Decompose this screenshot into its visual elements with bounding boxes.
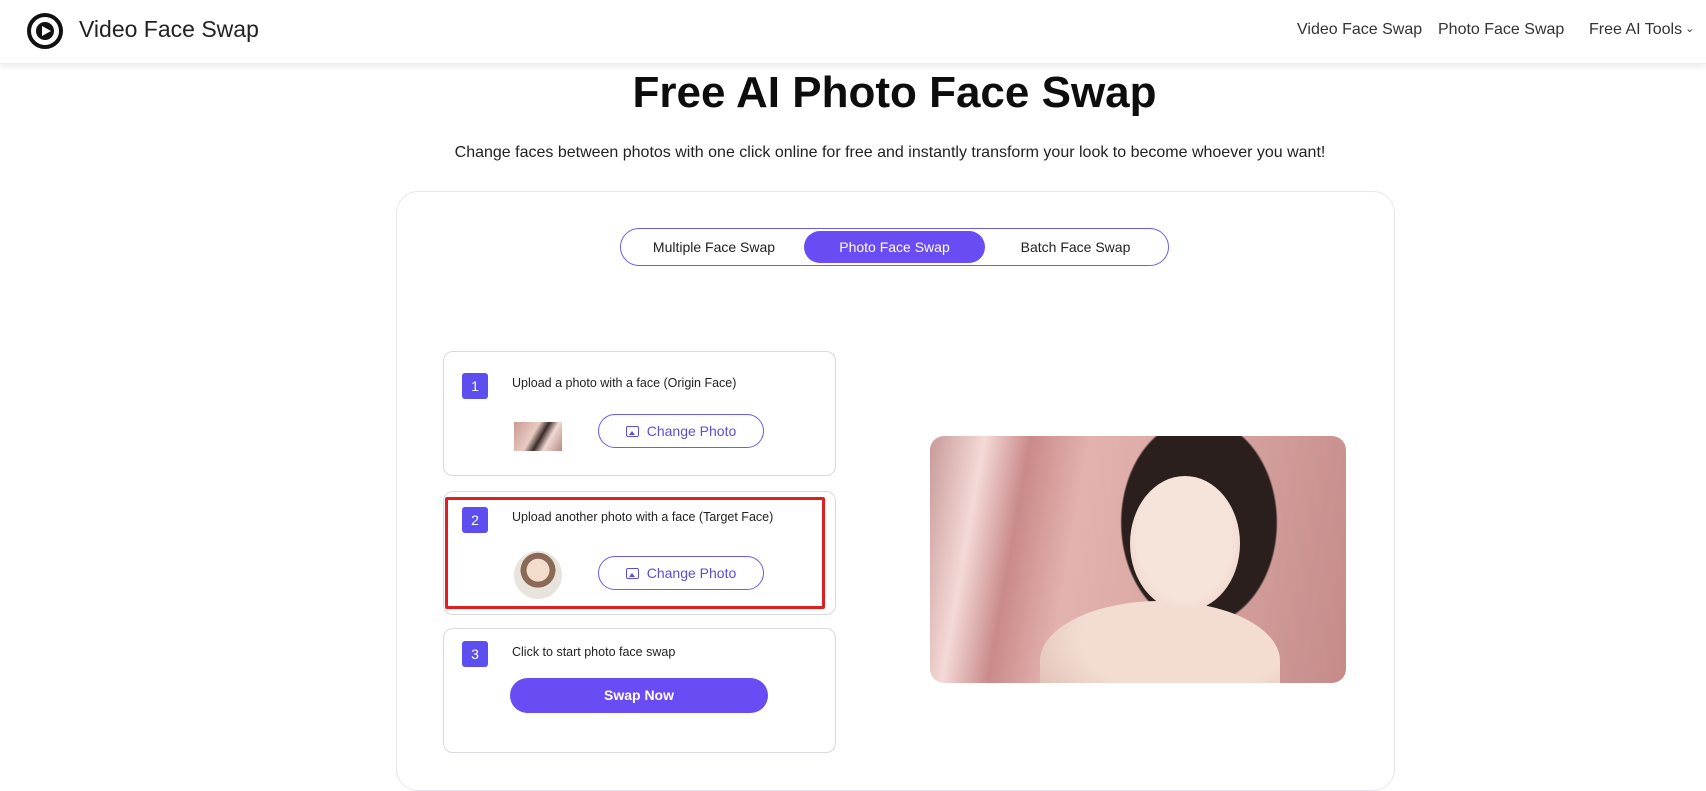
change-photo-label: Change Photo xyxy=(646,565,737,581)
step-label: Upload a photo with a face (Origin Face) xyxy=(512,376,737,390)
chevron-down-icon: ⌄ xyxy=(1685,23,1695,35)
tab-multiple-face-swap[interactable]: Multiple Face Swap xyxy=(624,231,804,263)
nav-free-ai-tools[interactable]: Free AI Tools ⌄ xyxy=(1589,21,1694,39)
mode-tabs: Multiple Face Swap Photo Face Swap Batch… xyxy=(620,228,1169,266)
image-icon xyxy=(625,568,639,579)
step-number-badge: 1 xyxy=(462,373,488,399)
step-origin-face: 1 Upload a photo with a face (Origin Fac… xyxy=(443,351,836,476)
change-target-photo-button[interactable]: Change Photo xyxy=(598,556,764,590)
nav-video-face-swap[interactable]: Video Face Swap xyxy=(1297,21,1422,39)
nav-photo-face-swap[interactable]: Photo Face Swap xyxy=(1438,21,1564,39)
change-photo-label: Change Photo xyxy=(646,423,737,439)
page-title: Free AI Photo Face Swap xyxy=(632,68,1157,117)
brand-name[interactable]: Video Face Swap xyxy=(79,16,259,43)
step-number-badge: 3 xyxy=(462,641,488,667)
top-header: Video Face Swap Video Face Swap Photo Fa… xyxy=(0,0,1706,64)
step-label: Upload another photo with a face (Target… xyxy=(512,510,774,524)
logo-icon[interactable] xyxy=(27,13,63,49)
page-subtitle: Change faces between photos with one cli… xyxy=(454,144,1326,161)
change-origin-photo-button[interactable]: Change Photo xyxy=(598,414,764,448)
image-icon xyxy=(625,426,639,437)
tab-batch-face-swap[interactable]: Batch Face Swap xyxy=(985,231,1166,263)
nav-free-ai-tools-label: Free AI Tools xyxy=(1589,21,1683,38)
preview-face xyxy=(1130,476,1240,611)
result-preview-image xyxy=(930,436,1346,683)
step-target-face: 2 Upload another photo with a face (Targ… xyxy=(443,491,836,615)
tab-photo-face-swap[interactable]: Photo Face Swap xyxy=(804,231,985,263)
origin-face-thumbnail xyxy=(514,422,562,451)
swap-now-button[interactable]: Swap Now xyxy=(510,678,768,713)
step-number-badge: 2 xyxy=(462,507,488,533)
target-face-thumbnail xyxy=(514,551,562,599)
step-label: Click to start photo face swap xyxy=(512,645,676,659)
step-start-swap: 3 Click to start photo face swap Swap No… xyxy=(443,628,836,753)
